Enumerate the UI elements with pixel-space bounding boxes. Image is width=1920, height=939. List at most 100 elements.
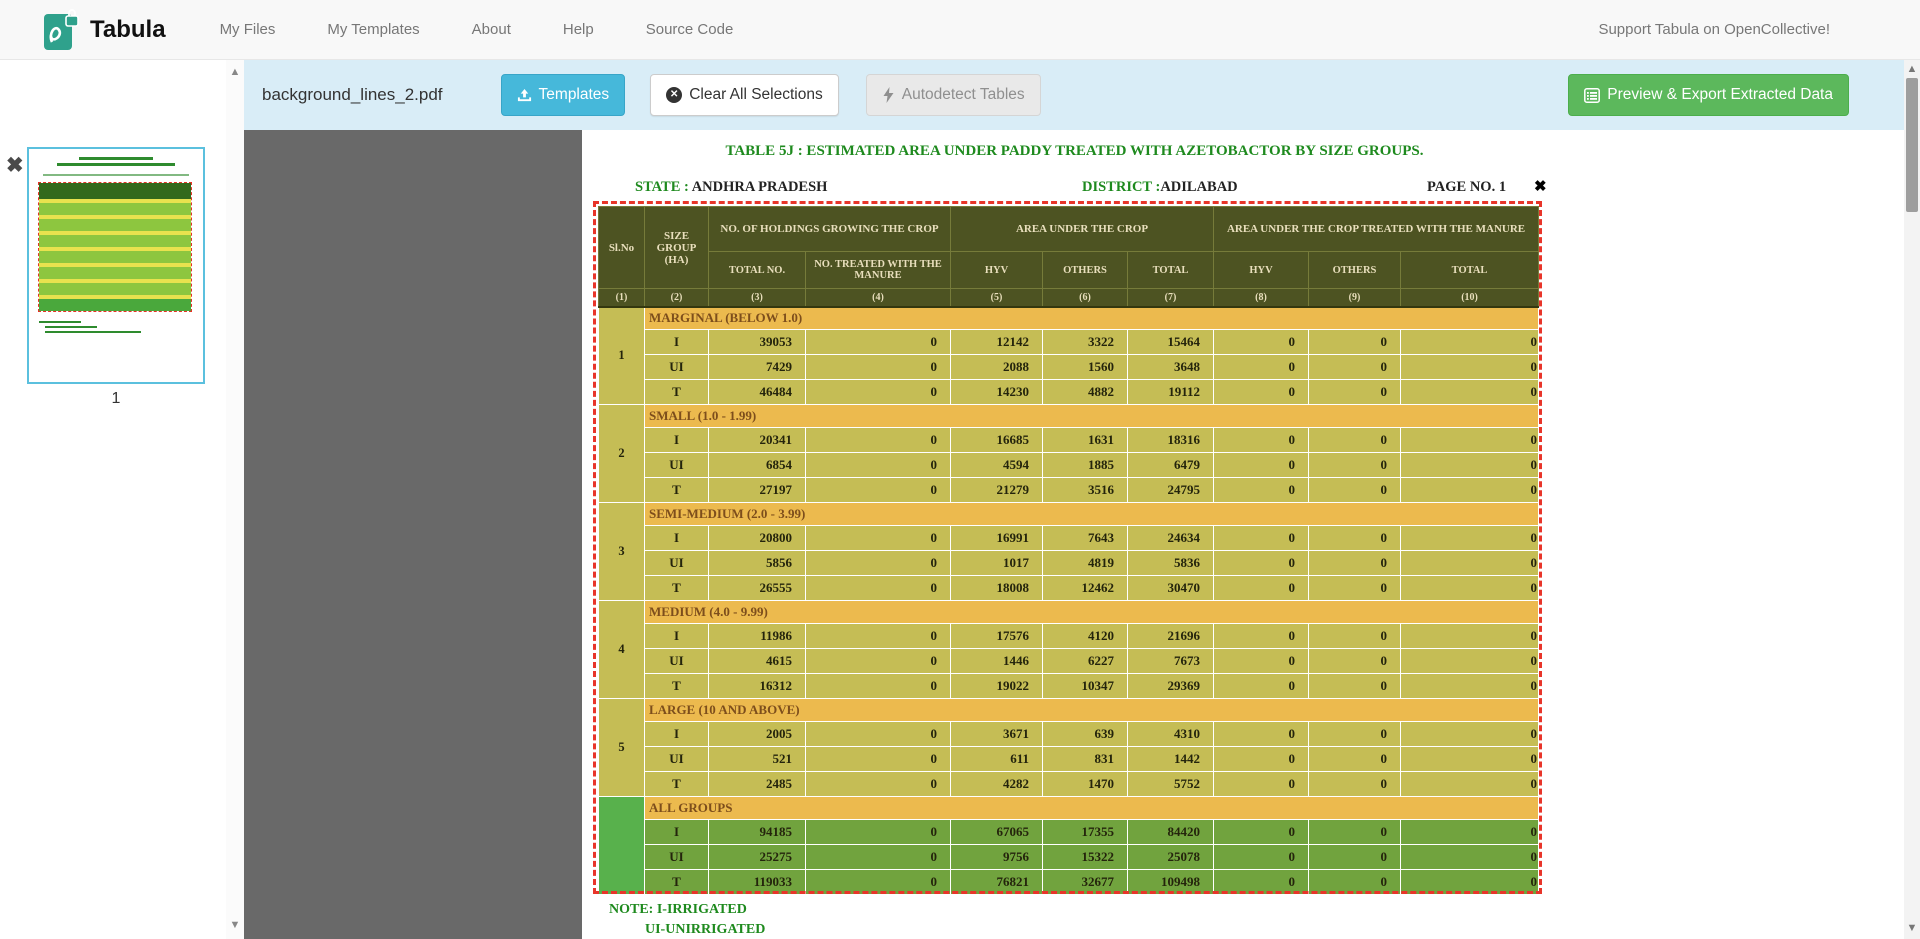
support-link[interactable]: Support Tabula on OpenCollective! [1598,21,1830,38]
autodetect-tables-button: Autodetect Tables [866,74,1041,116]
nav-source-code[interactable]: Source Code [646,21,734,38]
row-type-cell: UI [645,355,709,380]
templates-button[interactable]: Templates [501,74,626,116]
value-cell: 0 [1214,330,1309,355]
value-cell: 18316 [1128,428,1214,453]
window-scrollbar-thumb[interactable] [1906,78,1918,212]
state-text: STATE : ANDHRA PRADESH [635,179,827,196]
nav-about[interactable]: About [472,21,511,38]
value-cell: 16991 [951,526,1043,551]
selection-close-icon[interactable]: ✖ [1534,180,1547,195]
table-row: UI52106118311442000 [599,747,1539,772]
nav-help[interactable]: Help [563,21,594,38]
value-cell: 0 [1214,428,1309,453]
value-cell: 0 [1214,649,1309,674]
value-cell: 29369 [1128,674,1214,699]
page-thumbnail[interactable] [27,147,205,384]
clear-label: Clear All Selections [689,86,823,104]
window-scroll-up-icon[interactable]: ▲ [1904,63,1920,75]
value-cell: 0 [1401,820,1539,845]
flash-icon [882,87,895,103]
table-row: T163120190221034729369000 [599,674,1539,699]
preview-export-button[interactable]: Preview & Export Extracted Data [1568,74,1849,116]
thumb-table-rows [39,199,191,295]
value-cell: 0 [806,747,951,772]
list-alt-icon [1584,88,1600,103]
value-cell: 5752 [1128,772,1214,797]
window-scroll-down-icon[interactable]: ▼ [1904,922,1920,934]
value-cell: 0 [1401,428,1539,453]
value-cell: 12462 [1043,576,1128,601]
group-band-row: 1MARGINAL (BELOW 1.0) [599,307,1539,330]
value-cell: 0 [806,576,951,601]
value-cell: 0 [1214,551,1309,576]
table-row: T24850428214705752000 [599,772,1539,797]
pdf-page[interactable]: TABLE 5J : ESTIMATED AREA UNDER PADDY TR… [582,130,1567,939]
value-cell: 0 [1214,478,1309,503]
row-type-cell: T [645,772,709,797]
subheader-0: TOTAL NO. [709,252,806,289]
value-cell: 0 [1214,820,1309,845]
colnum-8: (9) [1309,289,1401,307]
value-cell: 4310 [1128,722,1214,747]
value-cell: 6479 [1128,453,1214,478]
value-cell: 119033 [709,870,806,895]
value-cell: 9756 [951,845,1043,870]
remove-page-icon[interactable]: ✖ [6,155,24,176]
value-cell: 14230 [951,380,1043,405]
thumb-note-line3 [45,331,141,333]
value-cell: 521 [709,747,806,772]
value-cell: 0 [1214,380,1309,405]
sidebar-scroll-down-icon[interactable]: ▼ [228,919,242,931]
value-cell: 0 [806,453,951,478]
row-type-cell: T [645,478,709,503]
row-type-cell: T [645,674,709,699]
sidebar-scrollbar[interactable]: ▲ ▼ [226,60,244,939]
subheader-7: TOTAL [1401,252,1539,289]
value-cell: 25275 [709,845,806,870]
value-cell: 0 [806,649,951,674]
group-band-row: 4MEDIUM (4.0 - 9.99) [599,601,1539,624]
value-cell: 611 [951,747,1043,772]
value-cell: 1631 [1043,428,1128,453]
colnum-5: (6) [1043,289,1128,307]
document-title: TABLE 5J : ESTIMATED AREA UNDER PADDY TR… [582,143,1567,160]
value-cell: 84420 [1128,820,1214,845]
value-cell: 0 [1401,576,1539,601]
value-cell: 0 [1309,526,1401,551]
value-cell: 0 [806,551,951,576]
value-cell: 0 [1214,722,1309,747]
clear-all-selections-button[interactable]: ✕ Clear All Selections [650,74,839,116]
row-type-cell: I [645,428,709,453]
value-cell: 19022 [951,674,1043,699]
value-cell: 0 [1401,526,1539,551]
sidebar-scroll-up-icon[interactable]: ▲ [228,66,242,78]
autodetect-label: Autodetect Tables [902,86,1025,104]
value-cell: 4882 [1043,380,1128,405]
value-cell: 0 [1309,355,1401,380]
page-no-text: PAGE NO. 1 [1427,179,1506,196]
value-cell: 0 [1401,330,1539,355]
table-row: T46484014230488219112000 [599,380,1539,405]
value-cell: 76821 [951,870,1043,895]
value-cell: 0 [806,870,951,895]
value-cell: 21696 [1128,624,1214,649]
table-row: T27197021279351624795000 [599,478,1539,503]
table-row: I20341016685163118316000 [599,428,1539,453]
value-cell: 4120 [1043,624,1128,649]
tabula-brand[interactable]: Tabula [42,8,166,52]
value-cell: 1560 [1043,355,1128,380]
remove-circle-icon: ✕ [666,87,682,103]
group-label-0: MARGINAL (BELOW 1.0) [645,307,1539,330]
window-scrollbar[interactable]: ▲ ▼ [1904,60,1920,939]
value-cell: 16312 [709,674,806,699]
value-cell: 0 [1401,551,1539,576]
value-cell: 0 [1214,674,1309,699]
district-text: DISTRICT :ADILABAD [1082,179,1238,196]
value-cell: 0 [1309,870,1401,895]
nav-my-templates[interactable]: My Templates [327,21,419,38]
nav-my-files[interactable]: My Files [220,21,276,38]
subheader-2: HYV [951,252,1043,289]
value-cell: 6227 [1043,649,1128,674]
value-cell: 0 [1401,845,1539,870]
